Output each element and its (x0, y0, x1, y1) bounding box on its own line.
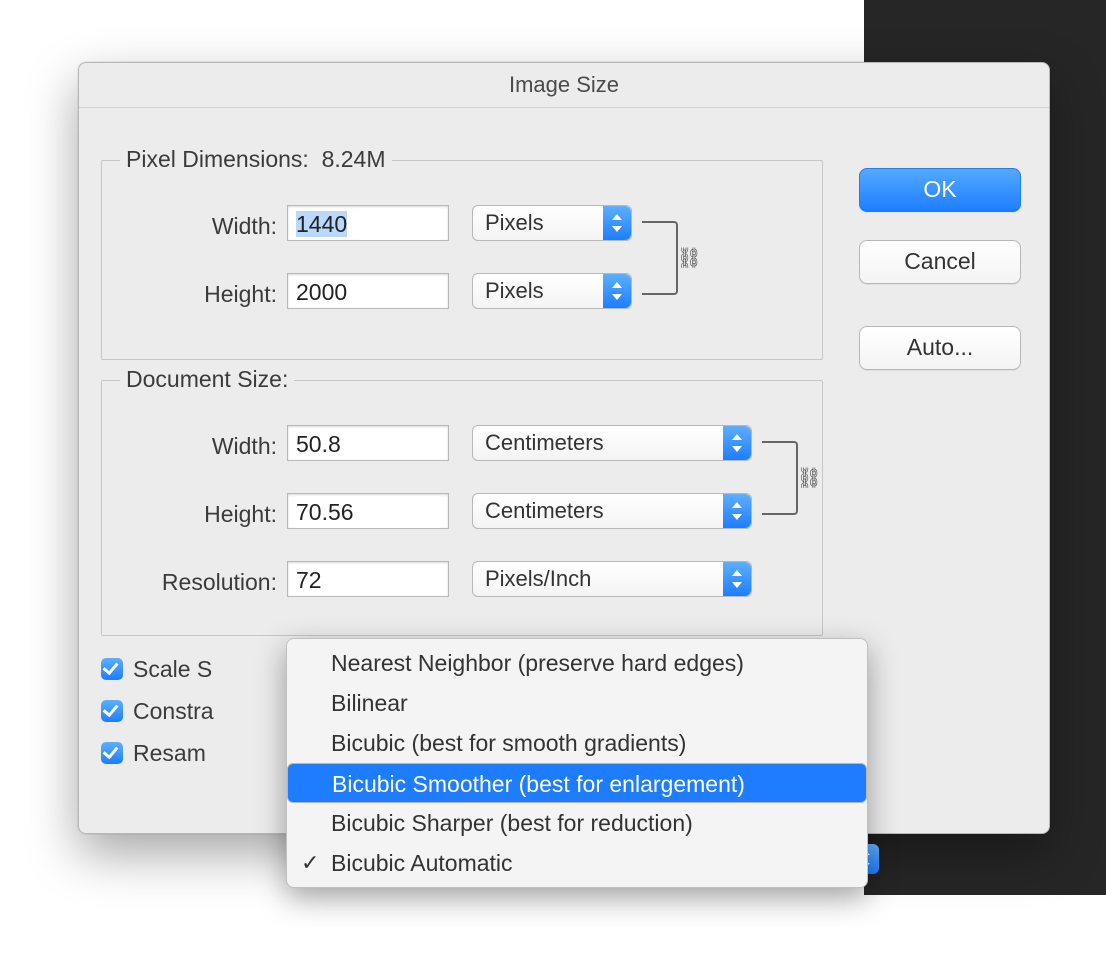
ok-button[interactable]: OK (859, 168, 1021, 212)
resample-method-menu: Nearest Neighbor (preserve hard edges) B… (286, 638, 868, 888)
pixel-dimensions-group: Pixel Dimensions: 8.24M Width: 1440 Pixe… (101, 160, 823, 360)
pixel-dimensions-size: 8.24M (322, 146, 386, 172)
doc-width-unit-value: Centimeters (485, 430, 604, 455)
menu-item-bicubic-automatic[interactable]: ✓ Bicubic Automatic (287, 843, 867, 883)
doc-height-label: Height: (102, 493, 277, 535)
menu-item-nearest-neighbor[interactable]: Nearest Neighbor (preserve hard edges) (287, 643, 867, 683)
doc-resolution-label: Resolution: (102, 561, 277, 603)
menu-item-bicubic-sharper[interactable]: Bicubic Sharper (best for reduction) (287, 803, 867, 843)
menu-item-bicubic-smoother[interactable]: Bicubic Smoother (best for enlargement) (287, 763, 867, 803)
resample-image-label: Resam (133, 740, 206, 767)
scale-styles-checkbox[interactable]: Scale S (101, 648, 214, 690)
doc-height-input[interactable]: 70.56 (287, 493, 449, 529)
constrain-proportions-label: Constra (133, 698, 214, 725)
chevron-updown-icon (723, 562, 751, 596)
pixel-height-input[interactable]: 2000 (287, 273, 449, 309)
doc-width-unit-select[interactable]: Centimeters (472, 425, 752, 461)
pixel-height-unit-value: Pixels (485, 278, 544, 303)
document-size-group: Document Size: Width: 50.8 Centimeters H… (101, 380, 823, 636)
checkbox-checked-icon (101, 742, 123, 764)
chain-link-icon: ⛓ (797, 466, 822, 491)
menu-item-bicubic-automatic-label: Bicubic Automatic (331, 850, 513, 876)
image-size-dialog: Image Size OK Cancel Auto... Pixel Dimen… (78, 62, 1050, 834)
pixel-width-unit-value: Pixels (485, 210, 544, 235)
pixel-height-unit-select[interactable]: Pixels (472, 273, 632, 309)
cancel-button[interactable]: Cancel (859, 240, 1021, 284)
chevron-updown-icon (723, 426, 751, 460)
chevron-updown-icon (603, 274, 631, 308)
chevron-updown-icon (603, 206, 631, 240)
document-size-legend: Document Size: (120, 366, 294, 393)
resample-image-checkbox[interactable]: Resam (101, 732, 214, 774)
options-checkboxes: Scale S Constra Resam (101, 648, 214, 774)
pixel-height-label: Height: (102, 273, 277, 315)
doc-resolution-unit-select[interactable]: Pixels/Inch (472, 561, 752, 597)
pixel-width-label: Width: (102, 205, 277, 247)
constrain-link-doc: ⛓ (762, 441, 822, 515)
menu-item-bilinear[interactable]: Bilinear (287, 683, 867, 723)
auto-button[interactable]: Auto... (859, 326, 1021, 370)
doc-resolution-input[interactable]: 72 (287, 561, 449, 597)
chain-link-icon: ⛓ (677, 246, 702, 271)
menu-item-bicubic[interactable]: Bicubic (best for smooth gradients) (287, 723, 867, 763)
pixel-dimensions-legend: Pixel Dimensions: 8.24M (120, 146, 392, 173)
pixel-dimensions-legend-label: Pixel Dimensions: (126, 146, 309, 172)
checkbox-checked-icon (101, 700, 123, 722)
constrain-proportions-checkbox[interactable]: Constra (101, 690, 214, 732)
scale-styles-label: Scale S (133, 656, 212, 683)
constrain-link-pixel: ⛓ (642, 221, 702, 295)
doc-resolution-unit-value: Pixels/Inch (485, 566, 591, 591)
chevron-updown-icon (723, 494, 751, 528)
dialog-title: Image Size (79, 63, 1049, 108)
dialog-body: OK Cancel Auto... Pixel Dimensions: 8.24… (79, 108, 1049, 834)
doc-width-label: Width: (102, 425, 277, 467)
pixel-width-input[interactable]: 1440 (287, 205, 449, 241)
doc-height-unit-value: Centimeters (485, 498, 604, 523)
pixel-width-value: 1440 (296, 211, 347, 237)
checkbox-checked-icon (101, 658, 123, 680)
doc-width-input[interactable]: 50.8 (287, 425, 449, 461)
checkmark-icon: ✓ (301, 843, 319, 883)
doc-height-unit-select[interactable]: Centimeters (472, 493, 752, 529)
pixel-width-unit-select[interactable]: Pixels (472, 205, 632, 241)
